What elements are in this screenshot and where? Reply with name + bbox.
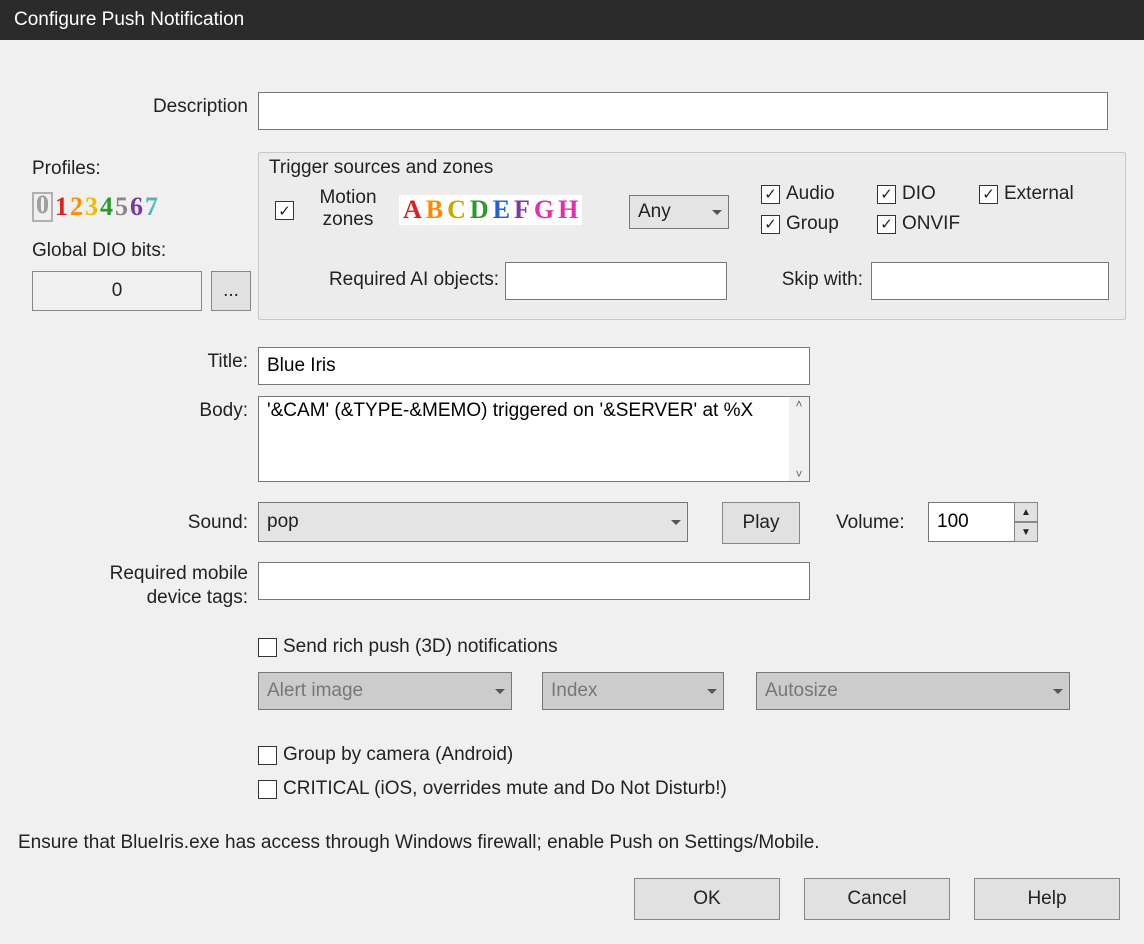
checkbox-icon — [258, 638, 277, 657]
checkbox-icon — [761, 185, 780, 204]
profiles-picker[interactable]: 0 1 2 3 4 5 6 7 — [32, 192, 158, 222]
sound-label: Sound: — [18, 512, 248, 534]
window-title: Configure Push Notification — [14, 9, 244, 30]
checkbox-icon — [877, 215, 896, 234]
dialog-body: Description Profiles: 0 1 2 3 4 5 6 7 Gl… — [0, 40, 1144, 944]
rich-push-size-select: Autosize — [756, 672, 1070, 710]
scroll-up-icon[interactable]: ˄ — [795, 397, 802, 411]
profile-6[interactable]: 6 — [130, 192, 143, 222]
spinner-down-icon[interactable]: ▼ — [1014, 522, 1038, 542]
profile-1[interactable]: 1 — [55, 192, 68, 222]
body-scrollbar[interactable]: ˄ ˅ — [789, 397, 809, 481]
volume-label: Volume: — [836, 512, 905, 534]
rich-push-index-select: Index — [542, 672, 724, 710]
required-tags-input[interactable] — [258, 562, 810, 600]
chevron-down-icon — [671, 520, 681, 525]
body-label: Body: — [18, 400, 248, 422]
checkbox-icon — [258, 780, 277, 799]
group-checkbox[interactable]: Group — [761, 213, 839, 235]
zone-C[interactable]: C — [447, 195, 466, 225]
audio-checkbox[interactable]: Audio — [761, 183, 839, 205]
zone-H[interactable]: H — [558, 195, 578, 225]
sound-value: pop — [267, 511, 299, 533]
zone-A[interactable]: A — [403, 195, 422, 225]
global-dio-browse-button[interactable]: ... — [211, 271, 251, 311]
required-ai-label: Required AI objects: — [303, 269, 499, 291]
profile-7[interactable]: 7 — [145, 192, 158, 222]
trigger-legend: Trigger sources and zones — [269, 157, 493, 179]
skip-with-input[interactable] — [871, 262, 1109, 300]
zone-F[interactable]: F — [514, 195, 530, 225]
cancel-button[interactable]: Cancel — [804, 878, 950, 920]
title-input[interactable] — [258, 347, 810, 385]
sound-select[interactable]: pop — [258, 502, 688, 542]
checkbox-icon — [979, 185, 998, 204]
zone-mode-select[interactable]: Any — [629, 195, 729, 229]
profile-5[interactable]: 5 — [115, 192, 128, 222]
zones-picker[interactable]: A B C D E F G H — [399, 195, 582, 225]
window-titlebar: Configure Push Notification — [0, 0, 1144, 40]
profile-4[interactable]: 4 — [100, 192, 113, 222]
onvif-checkbox[interactable]: ONVIF — [877, 213, 960, 235]
external-checkbox[interactable]: External — [979, 183, 1074, 205]
profile-2[interactable]: 2 — [70, 192, 83, 222]
description-label: Description — [18, 96, 248, 118]
checkbox-icon — [258, 746, 277, 765]
checkbox-icon — [275, 201, 294, 220]
motion-zones-label: Motion zones — [303, 187, 393, 231]
footer-note: Ensure that BlueIris.exe has access thro… — [18, 832, 820, 854]
required-tags-label: Required mobile device tags: — [18, 562, 248, 610]
body-textarea[interactable] — [258, 396, 810, 482]
dio-checkbox[interactable]: DIO — [877, 183, 960, 205]
ok-button[interactable]: OK — [634, 878, 780, 920]
profile-0[interactable]: 0 — [32, 192, 53, 222]
critical-checkbox[interactable]: CRITICAL (iOS, overrides mute and Do Not… — [258, 778, 727, 800]
volume-spinner[interactable]: ▲ ▼ — [928, 502, 1038, 542]
title-label: Title: — [18, 351, 248, 373]
checkbox-icon — [877, 185, 896, 204]
zone-B[interactable]: B — [426, 195, 443, 225]
checkbox-icon — [761, 215, 780, 234]
zone-G[interactable]: G — [534, 195, 554, 225]
description-input[interactable] — [258, 92, 1108, 130]
chevron-down-icon — [1053, 689, 1063, 694]
chevron-down-icon — [712, 210, 722, 215]
rich-push-image-select: Alert image — [258, 672, 512, 710]
group-by-camera-checkbox[interactable]: Group by camera (Android) — [258, 744, 513, 766]
zone-mode-value: Any — [638, 201, 671, 223]
chevron-down-icon — [707, 689, 717, 694]
chevron-down-icon — [495, 689, 505, 694]
trigger-sources-fieldset: Trigger sources and zones Motion zones A… — [258, 152, 1126, 320]
rich-push-checkbox[interactable]: Send rich push (3D) notifications — [258, 636, 558, 658]
zone-D[interactable]: D — [470, 195, 489, 225]
spinner-up-icon[interactable]: ▲ — [1014, 502, 1038, 522]
profiles-label: Profiles: — [32, 158, 101, 180]
zone-E[interactable]: E — [493, 195, 510, 225]
profile-3[interactable]: 3 — [85, 192, 98, 222]
help-button[interactable]: Help — [974, 878, 1120, 920]
motion-zones-checkbox[interactable] — [275, 201, 294, 220]
global-dio-label: Global DIO bits: — [32, 240, 166, 262]
scroll-down-icon[interactable]: ˅ — [795, 467, 802, 481]
required-ai-input[interactable] — [505, 262, 727, 300]
global-dio-value[interactable]: 0 — [32, 271, 202, 311]
volume-input[interactable] — [928, 502, 1014, 542]
skip-with-label: Skip with: — [759, 269, 863, 291]
play-button[interactable]: Play — [722, 502, 800, 544]
